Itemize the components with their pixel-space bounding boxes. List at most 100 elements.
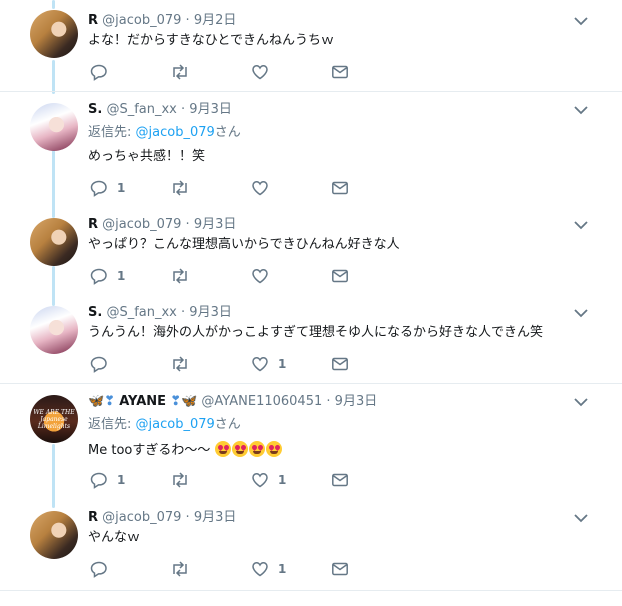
display-name[interactable]: R <box>88 217 98 232</box>
tweet-header: S. @S_fan_xx · 9月3日 <box>88 102 232 118</box>
user-handle[interactable]: @jacob_079 <box>102 217 181 232</box>
heart-eyes-emoji-icon <box>265 441 282 457</box>
like-button[interactable] <box>251 179 278 197</box>
retweet-button[interactable] <box>170 355 199 373</box>
user-handle[interactable]: @jacob_079 <box>102 510 181 525</box>
display-name[interactable]: R <box>88 13 98 28</box>
tweet-date[interactable]: 9月3日 <box>194 217 237 232</box>
tweet[interactable]: R @jacob_079 · 9月3日 やんなｗ 1 <box>0 498 622 590</box>
reply-mention-link[interactable]: @jacob_079 <box>136 417 215 432</box>
reply-prefix: 返信先: <box>88 417 136 432</box>
heart-eyes-emoji-icon <box>214 441 231 457</box>
reply-context: 返信先: @jacob_079さん <box>88 125 241 141</box>
tweet-date[interactable]: 9月3日 <box>189 305 232 320</box>
reply-icon <box>90 472 107 489</box>
tweet-date[interactable]: 9月2日 <box>194 13 237 28</box>
separator-dot: · <box>181 305 186 320</box>
like-button[interactable] <box>251 267 278 285</box>
retweet-button[interactable] <box>170 560 199 578</box>
chevron-down-icon[interactable] <box>574 220 588 230</box>
reply-suffix: さん <box>214 125 241 140</box>
reply-button[interactable]: 1 <box>90 179 125 197</box>
tweet-actions: 1 <box>88 560 388 578</box>
like-button[interactable] <box>251 63 278 81</box>
heart-icon <box>252 65 268 80</box>
tweet-date[interactable]: 9月3日 <box>189 102 232 117</box>
retweet-icon <box>173 180 187 196</box>
chevron-down-icon[interactable] <box>574 513 588 523</box>
reply-button[interactable] <box>90 355 117 373</box>
tweet-text: やっぱり？こんな理想高いからできひんねん好きな人 <box>88 237 400 252</box>
retweet-button[interactable] <box>170 63 199 81</box>
tweet-date[interactable]: 9月3日 <box>335 394 378 409</box>
tweet-header: R @jacob_079 · 9月3日 <box>88 510 236 526</box>
reply-icon <box>90 268 107 285</box>
reply-button[interactable]: 1 <box>90 471 125 489</box>
heart-icon <box>252 181 268 196</box>
like-button[interactable]: 1 <box>251 355 286 373</box>
reply-icon <box>90 180 107 197</box>
tweet[interactable]: R @jacob_079 · 9月3日 やっぱり？こんな理想高いからできひんねん… <box>0 208 622 296</box>
separator-dot: · <box>185 13 190 28</box>
tweet[interactable]: S. @S_fan_xx · 9月3日 うんうん！海外の人がかっこよすぎて理想そ… <box>0 296 622 383</box>
tweet[interactable]: S. @S_fan_xx · 9月3日 返信先: @jacob_079さん めっ… <box>0 92 622 208</box>
heart-icon <box>252 269 268 284</box>
display-name[interactable]: S. <box>88 102 102 117</box>
like-button[interactable]: 1 <box>251 560 286 578</box>
tweet[interactable]: WE ARE THE Japanese Limelights 🦋❣ AYANE … <box>0 384 622 498</box>
direct-message-button[interactable] <box>331 179 349 197</box>
reply-icon <box>90 356 107 373</box>
avatar[interactable] <box>30 10 78 58</box>
reply-count: 1 <box>117 181 126 195</box>
name-decoration: 🦋❣ <box>88 394 116 409</box>
chevron-down-icon[interactable] <box>574 105 588 115</box>
reply-mention-link[interactable]: @jacob_079 <box>136 125 215 140</box>
chevron-down-icon[interactable] <box>574 397 588 407</box>
retweet-icon <box>173 561 187 577</box>
avatar[interactable] <box>30 511 78 559</box>
retweet-icon <box>173 472 187 488</box>
avatar[interactable] <box>30 103 78 151</box>
direct-message-button[interactable] <box>331 63 349 81</box>
user-handle[interactable]: @AYANE11060451 <box>201 394 322 409</box>
retweet-button[interactable] <box>170 471 199 489</box>
retweet-button[interactable] <box>170 267 199 285</box>
tweet-text: うんうん！海外の人がかっこよすぎて理想そゆ人になるから好きな人できん笑 <box>88 325 544 340</box>
chevron-down-icon[interactable] <box>574 308 588 318</box>
direct-message-button[interactable] <box>331 267 349 285</box>
tweet-date[interactable]: 9月3日 <box>194 510 237 525</box>
reply-count: 1 <box>117 269 126 283</box>
tweet-text: やんなｗ <box>88 530 141 545</box>
direct-message-button[interactable] <box>331 471 349 489</box>
avatar[interactable] <box>30 306 78 354</box>
envelope-icon <box>332 181 348 195</box>
tweet-header: 🦋❣ AYANE ❣🦋 @AYANE11060451 · 9月3日 <box>88 394 377 410</box>
reply-button[interactable] <box>90 560 117 578</box>
tweet-header: R @jacob_079 · 9月2日 <box>88 13 236 29</box>
user-handle[interactable]: @S_fan_xx <box>106 102 176 117</box>
display-name[interactable]: R <box>88 510 98 525</box>
reply-button[interactable] <box>90 63 117 81</box>
tweet-header: S. @S_fan_xx · 9月3日 <box>88 305 232 321</box>
direct-message-button[interactable] <box>331 560 349 578</box>
like-button[interactable]: 1 <box>251 471 286 489</box>
chevron-down-icon[interactable] <box>574 16 588 26</box>
display-name[interactable]: AYANE <box>119 394 166 409</box>
tweet-actions: 1 <box>88 355 388 373</box>
avatar[interactable]: WE ARE THE Japanese Limelights <box>30 395 78 443</box>
user-handle[interactable]: @jacob_079 <box>102 13 181 28</box>
direct-message-button[interactable] <box>331 355 349 373</box>
tweet[interactable]: R @jacob_079 · 9月2日 よな！だからすきなひとできんねんうちｗ <box>0 0 622 91</box>
envelope-icon <box>332 65 348 79</box>
separator-dot: · <box>185 217 190 232</box>
avatar[interactable] <box>30 218 78 266</box>
user-handle[interactable]: @S_fan_xx <box>106 305 176 320</box>
reply-suffix: さん <box>214 417 241 432</box>
display-name[interactable]: S. <box>88 305 102 320</box>
like-count: 1 <box>278 562 287 576</box>
tweet-actions: 1 <box>88 267 388 285</box>
avatar-text: Limelights <box>37 422 71 430</box>
reply-button[interactable]: 1 <box>90 267 125 285</box>
heart-icon <box>252 473 268 488</box>
retweet-button[interactable] <box>170 179 199 197</box>
